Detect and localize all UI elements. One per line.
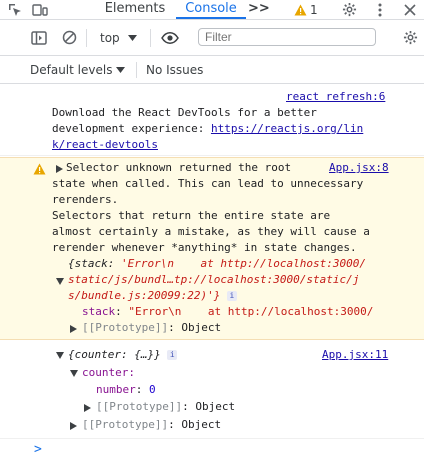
number-value: 0 — [149, 383, 156, 396]
number-key: number — [96, 383, 136, 396]
stack-object-preview[interactable]: {stack: 'Error\n at http://localhost:300… — [68, 257, 366, 270]
more-options-icon[interactable] — [370, 0, 390, 19]
stack-preview-key: {stack: — [68, 257, 121, 270]
prototype-key: [[Prototype]] — [82, 418, 169, 431]
source-link[interactable]: react refresh:6 — [286, 90, 385, 103]
console-object-message: {counter: {…}} i App.jsx:11 counter: num… — [0, 341, 424, 439]
devtools-link[interactable]: k/react-devtools — [52, 138, 158, 151]
warning-text: state when called. This can lead to unne… — [52, 177, 364, 190]
console-prompt[interactable]: > — [34, 442, 42, 457]
stack-preview-value: 'Error\n at http://localhost:3000/ — [120, 257, 367, 270]
message-text: k/react-devtools — [52, 138, 158, 151]
prototype-row[interactable]: [[Prototype]]: Object — [82, 321, 221, 334]
message-text-prefix: development experience: — [52, 122, 211, 135]
stack-preview-value: static/js/bundl…tp://localhost:3000/stat… — [68, 273, 360, 286]
close-icon[interactable] — [398, 0, 422, 19]
number-property: number: 0 — [96, 383, 156, 396]
stack-key: stack — [82, 305, 116, 318]
levels-divider — [136, 62, 137, 78]
collapse-triangle-icon[interactable] — [56, 352, 64, 359]
context-label: top — [100, 30, 120, 45]
message-text: Download the React DevTools for a better — [52, 106, 317, 119]
devtools-link[interactable]: https://reactjs.org/lin — [211, 122, 363, 135]
prototype-key: [[Prototype]] — [96, 400, 183, 413]
message-text: development experience: https://reactjs.… — [52, 122, 363, 135]
dropdown-arrow-icon — [127, 34, 137, 41]
object-summary[interactable]: {counter: {…}} i — [68, 348, 178, 361]
object-summary-text: {counter: {…}} — [68, 348, 161, 361]
console-settings-gear-icon[interactable] — [398, 20, 422, 55]
context-selector[interactable]: top — [100, 20, 137, 55]
clear-console-icon[interactable] — [58, 20, 80, 55]
console-message-devtools: react refresh:6 Download the React DevTo… — [0, 84, 424, 156]
live-expression-eye-icon[interactable] — [158, 20, 182, 55]
info-icon[interactable]: i — [226, 291, 237, 301]
expand-triangle-icon[interactable] — [70, 325, 77, 333]
toolbar-divider — [86, 29, 87, 47]
prototype-row[interactable]: [[Prototype]]: Object — [96, 400, 235, 413]
warning-icon — [294, 4, 307, 15]
devtools-tabbar: Elements Console >> 1 — [0, 0, 424, 20]
tab-console[interactable]: Console — [176, 0, 246, 19]
device-toolbar-icon[interactable] — [28, 0, 52, 19]
tab-elements[interactable]: Elements — [96, 0, 174, 19]
prototype-row[interactable]: [[Prototype]]: Object — [82, 418, 221, 431]
default-levels-label: Default levels — [30, 62, 113, 77]
show-sidebar-icon[interactable] — [28, 20, 50, 55]
expand-triangle-icon[interactable] — [70, 422, 77, 430]
warning-text: almost certainly a mistake, as they will… — [52, 225, 370, 238]
default-levels-dropdown[interactable]: Default levels — [30, 56, 126, 83]
stack-preview-value-end: s/bundle.js:20099:22)'} — [68, 289, 221, 302]
settings-gear-icon[interactable] — [336, 0, 362, 19]
no-issues-label[interactable]: No Issues — [146, 56, 203, 83]
stack-value: "Error\n at http://localhost:3000/ — [128, 305, 374, 318]
warning-count: 1 — [310, 2, 318, 17]
dropdown-arrow-icon — [116, 66, 126, 73]
levels-bar: Default levels No Issues — [0, 56, 424, 84]
prototype-value: Object — [181, 321, 222, 334]
toolbar-divider — [150, 29, 151, 47]
inspect-element-icon[interactable] — [4, 0, 26, 19]
stack-property: stack: "Error\n at http://localhost:3000… — [82, 305, 374, 318]
prototype-key: [[Prototype]] — [82, 321, 169, 334]
filter-input[interactable] — [198, 28, 376, 46]
warning-text: Selectors that return the entire state a… — [52, 209, 331, 222]
more-tabs-button[interactable]: >> — [248, 0, 270, 19]
counter-key-text: counter — [82, 366, 129, 379]
expand-triangle-icon[interactable] — [56, 165, 63, 173]
prototype-value: Object — [195, 400, 236, 413]
warning-badge[interactable]: 1 — [294, 0, 318, 19]
source-link[interactable]: App.jsx:11 — [322, 348, 388, 361]
warning-text: Selector unknown returned the root — [66, 161, 292, 174]
collapse-triangle-icon[interactable] — [56, 278, 64, 285]
counter-key[interactable]: counter: — [82, 366, 135, 379]
warning-text: rerender whenever *anything* in state ch… — [52, 241, 357, 254]
warning-text: rerenders. — [52, 193, 119, 206]
prototype-value: Object — [181, 418, 222, 431]
collapse-triangle-icon[interactable] — [70, 370, 78, 377]
console-warning-message: Selector unknown returned the root App.j… — [0, 157, 424, 340]
warning-icon — [33, 163, 46, 175]
source-link[interactable]: App.jsx:8 — [329, 161, 389, 174]
expand-triangle-icon[interactable] — [84, 404, 91, 412]
stack-preview-value: s/bundle.js:20099:22)'} i — [68, 289, 237, 302]
info-icon[interactable]: i — [167, 350, 178, 360]
